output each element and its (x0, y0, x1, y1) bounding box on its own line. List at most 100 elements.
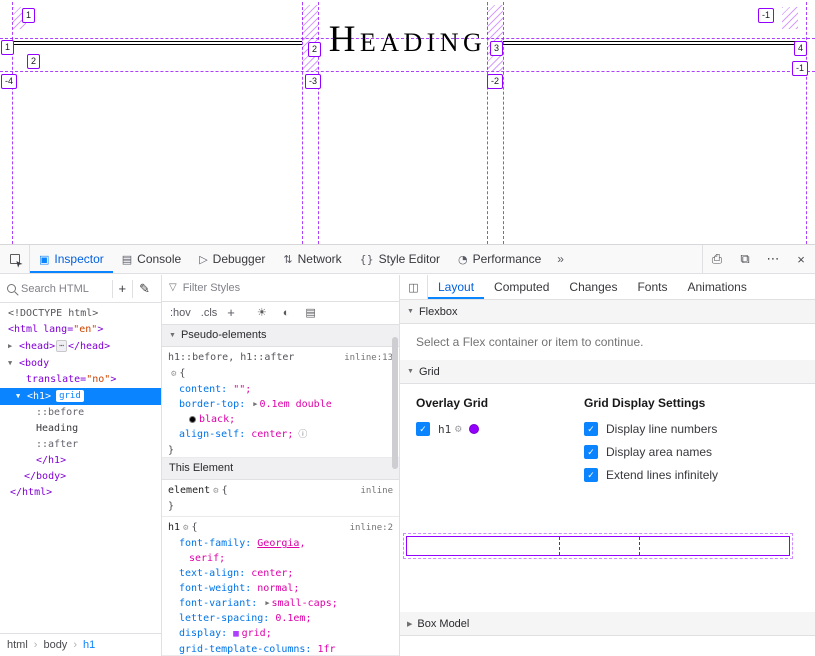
markup-toolbar: + ✎ (0, 275, 161, 303)
tab-inspector[interactable]: ▣ Inspector (30, 245, 113, 273)
twisty-icon[interactable]: ▼ (8, 355, 19, 371)
twisty-icon[interactable]: ▼ (16, 388, 27, 404)
node-html-open[interactable]: <htmllang="en"> (0, 322, 161, 338)
grid-highlighter-toggle-icon[interactable]: ▦ (233, 629, 238, 639)
light-scheme-icon[interactable]: ☀ (257, 306, 267, 319)
font-family-link[interactable]: Georgia (257, 538, 299, 549)
devtools-menu-button[interactable]: ⋯ (759, 245, 787, 273)
rule-source-link[interactable]: inline:2 (344, 521, 393, 536)
rule-selector[interactable]: element (168, 483, 210, 498)
checkbox[interactable]: ✓ (584, 468, 598, 482)
add-rule-button[interactable]: + (227, 305, 235, 320)
tab-debugger[interactable]: ▷ Debugger (190, 245, 274, 273)
grid-overlay-checkbox[interactable]: ✓ (416, 422, 430, 436)
option-display-line-numbers[interactable]: ✓ Display line numbers (584, 422, 718, 436)
declaration-grid-template-columns[interactable]: grid-template-columns: 1fr (168, 642, 393, 656)
toolbar-right-buttons: ⎙ ⧉ ⋯ × (702, 245, 815, 273)
info-ic0n[interactable]: ⓘ (298, 430, 307, 440)
declaration-text-align[interactable]: text-align: center; (168, 566, 393, 581)
breadcrumb-separator: › (73, 639, 77, 651)
tab-layout[interactable]: Layout (428, 275, 484, 299)
overlay-grid-column: Overlay Grid ✓ h1 ⚙ (416, 396, 584, 600)
collapsed-ellipsis-badge[interactable]: ⋯ (56, 340, 67, 352)
rule-source-link[interactable]: inline:13 (338, 351, 393, 366)
close-devtools-button[interactable]: × (787, 245, 815, 273)
section-this-element[interactable]: This Element (162, 458, 399, 480)
more-tabs-button[interactable]: » (550, 245, 571, 273)
breadcrumb-item-body[interactable]: body (43, 639, 67, 651)
class-toggle[interactable]: .cls (201, 307, 218, 319)
expander-icon[interactable]: ▶ (265, 599, 269, 607)
section-grid[interactable]: ▼ Grid (400, 360, 815, 384)
print-media-icon[interactable]: ▤ (305, 306, 315, 319)
section-box-model[interactable]: ▶ Box Model (400, 612, 815, 636)
devtools-toolbar: ➤ ▣ Inspector ▤ Console ▷ Debugger ⇅ Net… (0, 245, 815, 274)
section-flexbox[interactable]: ▼ Flexbox (400, 300, 815, 324)
breadcrumb-item-h1[interactable]: h1 (83, 639, 95, 651)
color-swatch-black[interactable] (189, 416, 196, 423)
pick-element-button[interactable]: ➤ (0, 245, 30, 273)
expander-icon[interactable]: ▶ (253, 400, 257, 408)
gear-icon[interactable]: ⚙ (454, 424, 462, 435)
search-icon (7, 284, 16, 293)
option-extend-lines-infinitely[interactable]: ✓ Extend lines infinitely (584, 468, 718, 482)
option-display-area-names[interactable]: ✓ Display area names (584, 445, 718, 459)
eyedropper-button[interactable]: ✎ (132, 280, 156, 298)
gear-icon[interactable]: ⚙ (213, 484, 218, 499)
checkbox[interactable]: ✓ (584, 445, 598, 459)
add-node-button[interactable]: + (112, 280, 133, 298)
inspector-icon: ▣ (39, 253, 49, 266)
checkbox[interactable]: ✓ (584, 422, 598, 436)
declaration-border-top-value[interactable]: black; (168, 412, 393, 427)
declaration-font-weight[interactable]: font-weight: normal; (168, 581, 393, 596)
node-text-heading[interactable]: Heading (0, 421, 161, 437)
tab-style-editor[interactable]: {} Style Editor (351, 245, 449, 273)
breadcrumb-item-html[interactable]: html (7, 639, 28, 651)
filter-styles-input[interactable] (183, 282, 392, 294)
declaration-font-family[interactable]: font-family: Georgia, (168, 536, 393, 551)
filter-icon: ▽ (169, 282, 177, 293)
declaration-display[interactable]: display: ▦grid; (168, 626, 393, 642)
tab-console[interactable]: ▤ Console (113, 245, 190, 273)
sidebar-toggle-button[interactable]: ◫ (400, 275, 428, 299)
node-body-open[interactable]: ▼<body (0, 355, 161, 372)
rule-source-link[interactable]: inline (354, 484, 393, 499)
tab-performance[interactable]: ◔ Performance (449, 245, 550, 273)
declaration-font-variant[interactable]: font-variant: ▶small-caps; (168, 596, 393, 611)
node-head[interactable]: ▶<head>⋯</head> (0, 338, 161, 355)
declaration-content[interactable]: content: ""; (168, 382, 393, 397)
declaration-align-self[interactable]: align-self: center;ⓘ (168, 427, 393, 443)
node-h1-selected[interactable]: ▼<h1>grid (0, 388, 161, 405)
twisty-icon[interactable]: ▶ (8, 338, 19, 354)
section-pseudo-elements[interactable]: ▼ Pseudo-elements (162, 325, 399, 347)
declaration-letter-spacing[interactable]: letter-spacing: 0.1em; (168, 611, 393, 626)
gear-icon[interactable]: ⚙ (171, 367, 176, 382)
grid-item-label[interactable]: h1 (438, 423, 451, 436)
rule-selector[interactable]: h1::before, h1::after (168, 350, 294, 365)
rule-selector[interactable]: h1 (168, 520, 180, 535)
node-body-close[interactable]: </body> (0, 469, 161, 485)
gear-icon[interactable]: ⚙ (183, 521, 188, 536)
dark-scheme-icon[interactable]: ◐ (283, 307, 290, 319)
tab-changes[interactable]: Changes (559, 275, 627, 299)
node-pseudo-before[interactable]: ::before (0, 405, 161, 421)
node-doctype[interactable]: <!DOCTYPE html> (0, 306, 161, 322)
node-h1-close[interactable]: </h1> (0, 453, 161, 469)
pseudo-class-toggle[interactable]: :hov (170, 307, 191, 319)
grid-color-swatch[interactable] (469, 424, 479, 434)
search-html-input[interactable] (21, 283, 112, 295)
node-pseudo-after[interactable]: ::after (0, 437, 161, 453)
tab-animations[interactable]: Animations (677, 275, 756, 299)
node-html-close[interactable]: </html> (0, 485, 161, 501)
tab-computed[interactable]: Computed (484, 275, 559, 299)
grid-badge[interactable]: grid (56, 390, 84, 402)
screenshot-button[interactable]: ⎙ (703, 245, 731, 273)
declaration-border-top[interactable]: border-top: ▶0.1em double (168, 397, 393, 412)
grid-outline-preview[interactable] (406, 536, 790, 556)
tab-network[interactable]: ⇅ Network (274, 245, 350, 273)
responsive-design-mode-button[interactable]: ⧉ (731, 245, 759, 273)
tab-fonts[interactable]: Fonts (627, 275, 677, 299)
declaration-font-family-value[interactable]: serif; (168, 551, 393, 566)
rules-scrollbar[interactable] (392, 337, 398, 469)
node-body-attr[interactable]: translate="no"> (0, 372, 161, 388)
